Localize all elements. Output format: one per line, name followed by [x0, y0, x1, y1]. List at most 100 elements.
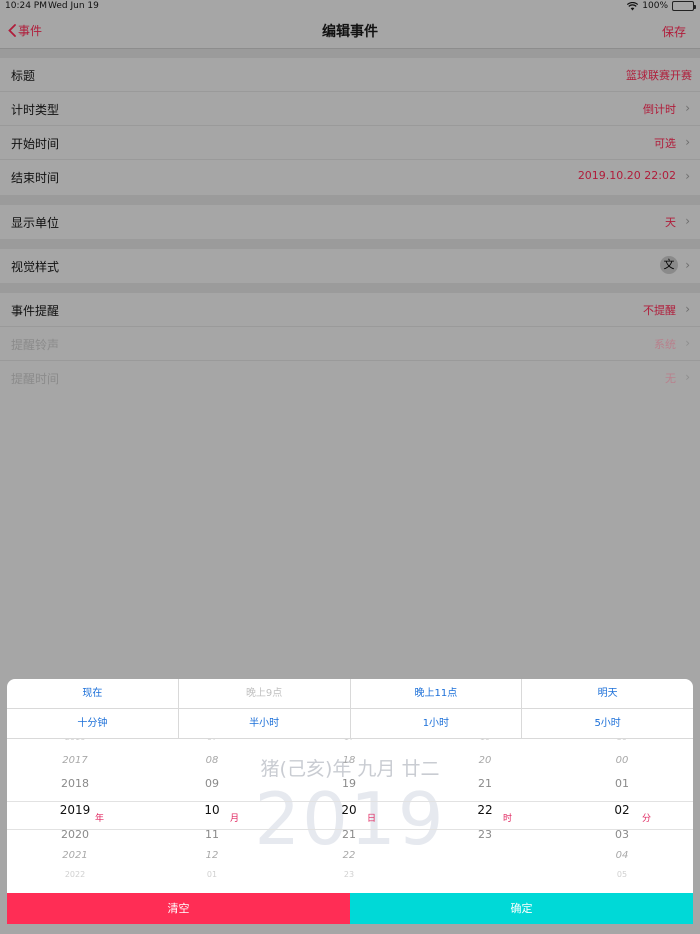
row-value: 系统 — [654, 338, 676, 351]
row-value: 可选 — [654, 137, 676, 150]
row-label: 视觉样式 — [11, 260, 60, 274]
minute-option[interactable]: 05 — [582, 870, 662, 879]
row-start-time[interactable]: 开始时间 可选 › — [0, 126, 700, 160]
section-display: 显示单位 天 › — [0, 205, 700, 239]
day-option[interactable]: 23 — [309, 870, 389, 879]
day-wheel-column[interactable]: 17 18 19 20 21 22 23 — [309, 739, 389, 893]
section-separator — [0, 195, 700, 205]
month-option[interactable]: 01 — [172, 870, 252, 879]
row-visual-style[interactable]: 视觉样式 文 › — [0, 249, 700, 283]
status-date: Wed Jun 19 — [48, 1, 99, 11]
row-value: 2019.10.20 22:02 — [577, 169, 676, 182]
section-reminder: 事件提醒 不提醒 › 提醒铃声 系统 › 提醒时间 无 › — [0, 293, 700, 395]
date-picker-sheet: 现在 晚上9点 晚上11点 明天 十分钟 半小时 1小时 5小时 2019 猪(… — [7, 679, 693, 924]
chevron-right-icon: › — [685, 336, 690, 350]
section-separator — [0, 283, 700, 293]
month-option[interactable]: 09 — [172, 777, 252, 790]
month-wheel-column[interactable]: 07 08 09 10 11 12 01 — [172, 739, 252, 893]
minute-option[interactable]: 59 — [582, 739, 662, 742]
quick-tomorrow-button[interactable]: 明天 — [522, 679, 693, 708]
quick-5hour-button[interactable]: 5小时 — [522, 709, 693, 738]
quick-1hour-button[interactable]: 1小时 — [351, 709, 523, 738]
chevron-right-icon: › — [685, 302, 690, 316]
day-unit-label: 日 — [367, 814, 377, 824]
hour-option[interactable]: 23 — [445, 828, 525, 841]
row-end-time[interactable]: 结束时间 2019.10.20 22:02 › — [0, 160, 700, 194]
year-unit-label: 年 — [95, 814, 105, 824]
year-option[interactable]: 2020 — [35, 828, 115, 841]
date-wheel[interactable]: 2019 猪(己亥)年 九月 廿二 2016201720182019202020… — [7, 739, 693, 893]
quick-row-2: 十分钟 半小时 1小时 5小时 — [7, 709, 693, 739]
row-display-unit[interactable]: 显示单位 天 › — [0, 205, 700, 239]
chevron-right-icon: › — [685, 258, 690, 272]
save-button[interactable]: 保存 — [662, 23, 686, 40]
hour-option[interactable]: 19 — [445, 739, 525, 742]
year-option[interactable]: 2021 — [35, 850, 115, 861]
row-value: 不提醒 — [643, 304, 676, 317]
day-option[interactable]: 21 — [309, 828, 389, 841]
row-value[interactable]: 篮球联赛开赛 — [626, 67, 692, 83]
row-label: 事件提醒 — [11, 304, 60, 318]
year-option[interactable]: 2016 — [35, 739, 115, 742]
quick-9pm-button: 晚上9点 — [179, 679, 351, 708]
month-unit-label: 月 — [230, 814, 240, 824]
quick-11pm-button[interactable]: 晚上11点 — [351, 679, 523, 708]
hour-option[interactable]: 20 — [445, 755, 525, 766]
day-selected-value[interactable]: 20 — [309, 803, 389, 817]
day-option[interactable]: 18 — [309, 755, 389, 766]
confirm-button[interactable]: 确定 — [350, 893, 693, 924]
hour-wheel-column[interactable]: 19 20 21 22 23 — [445, 739, 525, 893]
chevron-right-icon: › — [685, 214, 690, 228]
quick-10min-button[interactable]: 十分钟 — [7, 709, 179, 738]
day-option[interactable]: 19 — [309, 777, 389, 790]
row-label: 显示单位 — [11, 216, 60, 230]
minute-option[interactable]: 04 — [582, 850, 662, 861]
year-option[interactable]: 2017 — [35, 755, 115, 766]
row-label: 提醒时间 — [11, 372, 60, 386]
row-label: 结束时间 — [11, 171, 60, 185]
month-option[interactable]: 11 — [172, 828, 252, 841]
row-label: 计时类型 — [11, 103, 60, 117]
day-option[interactable]: 22 — [309, 850, 389, 861]
month-selected-value[interactable]: 10 — [172, 803, 252, 817]
minute-option[interactable]: 01 — [582, 777, 662, 790]
style-badge: 文 — [660, 256, 678, 274]
row-label: 开始时间 — [11, 137, 60, 151]
year-option[interactable]: 2018 — [35, 777, 115, 790]
hour-option[interactable]: 21 — [445, 777, 525, 790]
quick-row-1: 现在 晚上9点 晚上11点 明天 — [7, 679, 693, 709]
day-option[interactable]: 17 — [309, 739, 389, 742]
row-label: 提醒铃声 — [11, 338, 60, 352]
section-style: 视觉样式 文 › — [0, 249, 700, 283]
hour-unit-label: 时 — [503, 814, 513, 824]
minute-option[interactable]: 03 — [582, 828, 662, 841]
row-value: 倒计时 — [643, 103, 676, 116]
year-option[interactable]: 2022 — [35, 870, 115, 879]
section-separator — [0, 49, 700, 58]
page-title: 编辑事件 — [322, 24, 378, 40]
month-option[interactable]: 07 — [172, 739, 252, 742]
row-value: 天 — [665, 216, 676, 229]
row-value: 无 — [665, 372, 676, 385]
clear-button[interactable]: 清空 — [7, 893, 350, 924]
nav-bar: 事件 编辑事件 保存 — [0, 14, 700, 49]
minute-option[interactable]: 00 — [582, 755, 662, 766]
chevron-right-icon: › — [685, 169, 690, 183]
row-reminder[interactable]: 事件提醒 不提醒 › — [0, 293, 700, 327]
row-ringtone: 提醒铃声 系统 › — [0, 327, 700, 361]
section-separator — [0, 239, 700, 249]
minute-unit-label: 分 — [642, 814, 652, 824]
row-timer-type[interactable]: 计时类型 倒计时 › — [0, 92, 700, 126]
month-option[interactable]: 12 — [172, 850, 252, 861]
month-option[interactable]: 08 — [172, 755, 252, 766]
quick-30min-button[interactable]: 半小时 — [179, 709, 351, 738]
battery-icon — [672, 1, 696, 11]
wifi-icon — [627, 1, 639, 10]
quick-now-button[interactable]: 现在 — [7, 679, 179, 708]
chevron-right-icon: › — [685, 101, 690, 115]
chevron-right-icon: › — [685, 370, 690, 384]
action-row: 清空 确定 — [7, 893, 693, 924]
row-title[interactable]: 标题 篮球联赛开赛 — [0, 58, 700, 92]
hour-selected-value[interactable]: 22 — [445, 803, 525, 817]
battery-percent: 100% — [642, 1, 668, 11]
